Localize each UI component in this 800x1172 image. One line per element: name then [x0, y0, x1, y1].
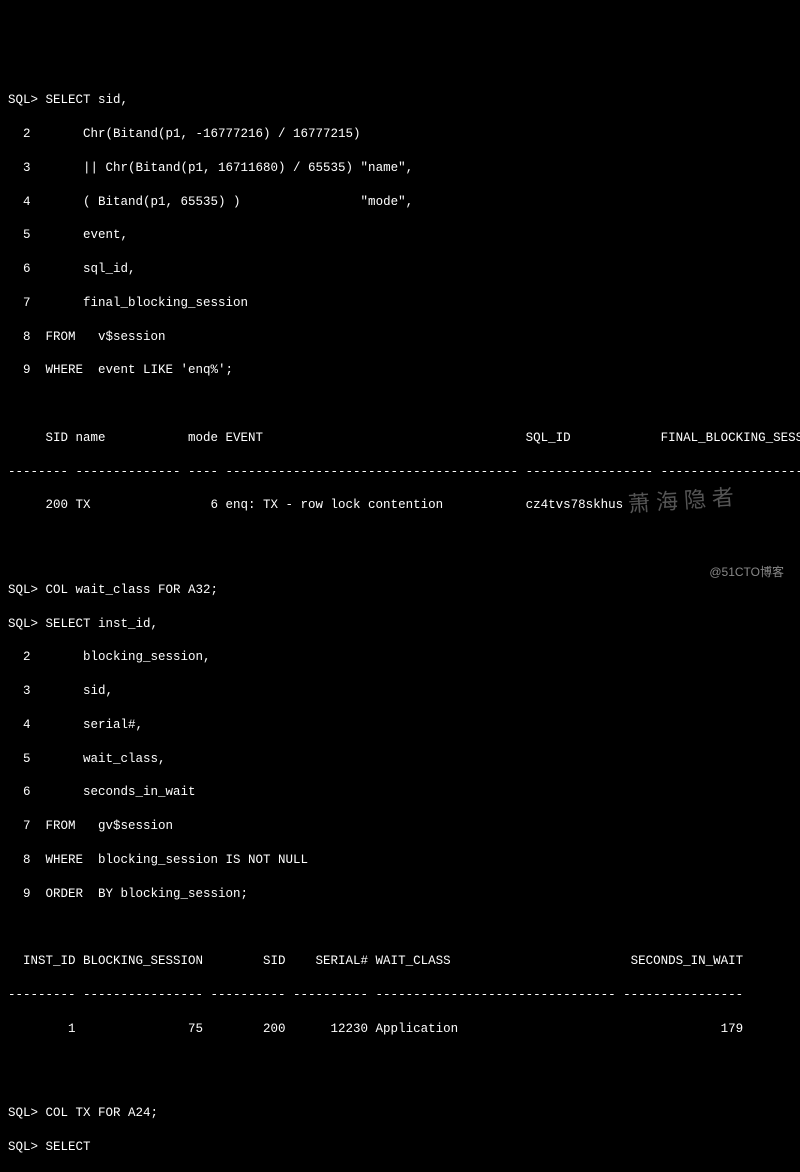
sql-line: 8 FROM v$session	[8, 329, 792, 346]
sql-line: SQL> SELECT inst_id,	[8, 616, 792, 633]
line-number: 7	[8, 818, 31, 835]
sql-line: 2 blocking_session,	[8, 649, 792, 666]
result-row: 200 TX 6 enq: TX - row lock contention c…	[8, 497, 792, 514]
line-number: 8	[8, 329, 31, 346]
line-number: 4	[8, 717, 31, 734]
watermark: @51CTO博客	[709, 564, 784, 580]
sql-prompt: SQL>	[8, 1140, 38, 1154]
sql-line: 6 seconds_in_wait	[8, 784, 792, 801]
line-number: 8	[8, 852, 31, 869]
blank	[8, 531, 792, 548]
line-number: 9	[8, 886, 31, 903]
line-number: 2	[8, 126, 31, 143]
sql-line: 3 || Chr(Bitand(p1, 16711680) / 65535) "…	[8, 160, 792, 177]
line-number: 4	[8, 194, 31, 211]
result-separator: --------- ---------------- ---------- --…	[8, 987, 792, 1004]
sql-line: 7 final_blocking_session	[8, 295, 792, 312]
line-number: 7	[8, 295, 31, 312]
line-number: 5	[8, 227, 31, 244]
sql-line: SQL> SELECT	[8, 1139, 792, 1156]
sql-line: 4 serial#,	[8, 717, 792, 734]
sql-line: 5 wait_class,	[8, 751, 792, 768]
sql-line: SQL> SELECT sid,	[8, 92, 792, 109]
sql-line: 5 event,	[8, 227, 792, 244]
blank	[8, 919, 792, 936]
line-number: 9	[8, 362, 31, 379]
line-number: 5	[8, 751, 31, 768]
blank	[8, 1054, 792, 1071]
line-number: 3	[8, 683, 31, 700]
sql-prompt: SQL>	[8, 93, 38, 107]
line-number: 3	[8, 160, 31, 177]
result-header: INST_ID BLOCKING_SESSION SID SERIAL# WAI…	[8, 953, 792, 970]
line-number: 2	[8, 649, 31, 666]
sql-prompt: SQL>	[8, 1106, 38, 1120]
sql-line: 4 ( Bitand(p1, 65535) ) "mode",	[8, 194, 792, 211]
line-number: 6	[8, 784, 31, 801]
sql-line: 8 WHERE blocking_session IS NOT NULL	[8, 852, 792, 869]
sql-line: SQL> COL wait_class FOR A32;	[8, 582, 792, 599]
result-row: 1 75 200 12230 Application 179	[8, 1021, 792, 1038]
sql-line: 2 Chr(Bitand(p1, -16777216) / 16777215)	[8, 126, 792, 143]
sql-line: 9 WHERE event LIKE 'enq%';	[8, 362, 792, 379]
result-header: SID name mode EVENT SQL_ID FINAL_BLOCKIN…	[8, 430, 792, 447]
sql-line: 6 sql_id,	[8, 261, 792, 278]
result-separator: -------- -------------- ---- -----------…	[8, 464, 792, 481]
blank	[8, 396, 792, 413]
sql-prompt: SQL>	[8, 583, 38, 597]
sql-line: 7 FROM gv$session	[8, 818, 792, 835]
sql-line: 9 ORDER BY blocking_session;	[8, 886, 792, 903]
sql-line: SQL> COL TX FOR A24;	[8, 1105, 792, 1122]
sql-line: 3 sid,	[8, 683, 792, 700]
line-number: 6	[8, 261, 31, 278]
sql-prompt: SQL>	[8, 617, 38, 631]
